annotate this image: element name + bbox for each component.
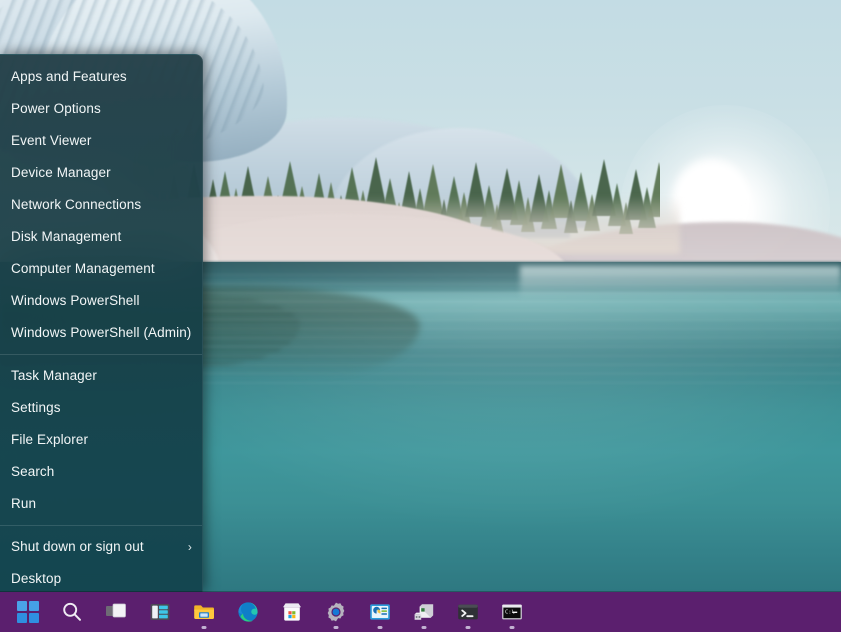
- winx-quick-link-menu[interactable]: Apps and FeaturesPower OptionsEvent View…: [0, 54, 203, 592]
- menu-item-label: Run: [11, 488, 192, 520]
- menu-item-label: Desktop: [11, 563, 192, 592]
- menu-item-label: Network Connections: [11, 189, 192, 221]
- menu-item-settings[interactable]: Settings: [0, 392, 202, 424]
- file-explorer-icon: [192, 600, 216, 624]
- command-prompt-button[interactable]: C:\: [490, 592, 534, 632]
- menu-item-run[interactable]: Run: [0, 488, 202, 520]
- command-prompt-icon: C:\: [500, 600, 524, 624]
- widgets-button[interactable]: [138, 592, 182, 632]
- task-view-button[interactable]: [94, 592, 138, 632]
- microsoft-edge-icon: [236, 600, 260, 624]
- menu-item-label: Shut down or sign out: [11, 531, 180, 563]
- menu-item-label: Apps and Features: [11, 61, 192, 93]
- menu-item-shut-down-or-sign-out[interactable]: Shut down or sign out›: [0, 531, 202, 563]
- chevron-right-icon: ›: [180, 541, 192, 553]
- menu-item-disk-management[interactable]: Disk Management: [0, 221, 202, 253]
- desktop[interactable]: Apps and FeaturesPower OptionsEvent View…: [0, 0, 841, 632]
- taskbar-running-indicator: [378, 626, 383, 629]
- taskbar-running-indicator: [466, 626, 471, 629]
- taskbar-running-indicator: [334, 626, 339, 629]
- task-view-icon: [104, 600, 128, 624]
- this-pc-button[interactable]: [402, 592, 446, 632]
- windows-terminal-icon: [456, 600, 480, 624]
- menu-item-label: Windows PowerShell (Admin): [11, 317, 192, 349]
- search-icon: [60, 600, 84, 624]
- menu-item-search[interactable]: Search: [0, 456, 202, 488]
- menu-separator: [0, 525, 202, 526]
- file-explorer-button[interactable]: [182, 592, 226, 632]
- menu-separator: [0, 354, 202, 355]
- menu-item-task-manager[interactable]: Task Manager: [0, 360, 202, 392]
- menu-item-desktop[interactable]: Desktop: [0, 563, 202, 592]
- menu-item-label: Device Manager: [11, 157, 192, 189]
- menu-item-label: Computer Management: [11, 253, 192, 285]
- menu-item-power-options[interactable]: Power Options: [0, 93, 202, 125]
- taskbar-running-indicator: [202, 626, 207, 629]
- menu-group: Apps and FeaturesPower OptionsEvent View…: [0, 61, 202, 349]
- menu-item-apps-and-features[interactable]: Apps and Features: [0, 61, 202, 93]
- microsoft-store-icon: [280, 600, 304, 624]
- menu-item-label: Task Manager: [11, 360, 192, 392]
- menu-group: Task ManagerSettingsFile ExplorerSearchR…: [0, 360, 202, 520]
- settings-gear-icon: [324, 600, 348, 624]
- settings-button[interactable]: [314, 592, 358, 632]
- menu-item-file-explorer[interactable]: File Explorer: [0, 424, 202, 456]
- menu-item-computer-management[interactable]: Computer Management: [0, 253, 202, 285]
- menu-item-label: Power Options: [11, 93, 192, 125]
- menu-item-label: Event Viewer: [11, 125, 192, 157]
- windows-start-icon: [17, 601, 39, 623]
- menu-item-label: Disk Management: [11, 221, 192, 253]
- menu-item-device-manager[interactable]: Device Manager: [0, 157, 202, 189]
- menu-item-label: File Explorer: [11, 424, 192, 456]
- windows-terminal-button[interactable]: [446, 592, 490, 632]
- menu-item-label: Search: [11, 456, 192, 488]
- control-panel-button[interactable]: [358, 592, 402, 632]
- control-panel-icon: [368, 600, 392, 624]
- menu-item-event-viewer[interactable]: Event Viewer: [0, 125, 202, 157]
- computer-icon: [412, 600, 436, 624]
- menu-item-label: Settings: [11, 392, 192, 424]
- taskbar-running-indicator: [510, 626, 515, 629]
- menu-item-windows-powershell-admin[interactable]: Windows PowerShell (Admin): [0, 317, 202, 349]
- search-button[interactable]: [50, 592, 94, 632]
- menu-item-network-connections[interactable]: Network Connections: [0, 189, 202, 221]
- menu-item-windows-powershell[interactable]: Windows PowerShell: [0, 285, 202, 317]
- microsoft-store-button[interactable]: [270, 592, 314, 632]
- widgets-icon: [148, 600, 172, 624]
- menu-group: Shut down or sign out›Desktop: [0, 531, 202, 592]
- edge-button[interactable]: [226, 592, 270, 632]
- taskbar-running-indicator: [422, 626, 427, 629]
- taskbar[interactable]: C:\: [0, 592, 841, 632]
- menu-item-label: Windows PowerShell: [11, 285, 192, 317]
- start-button[interactable]: [6, 592, 50, 632]
